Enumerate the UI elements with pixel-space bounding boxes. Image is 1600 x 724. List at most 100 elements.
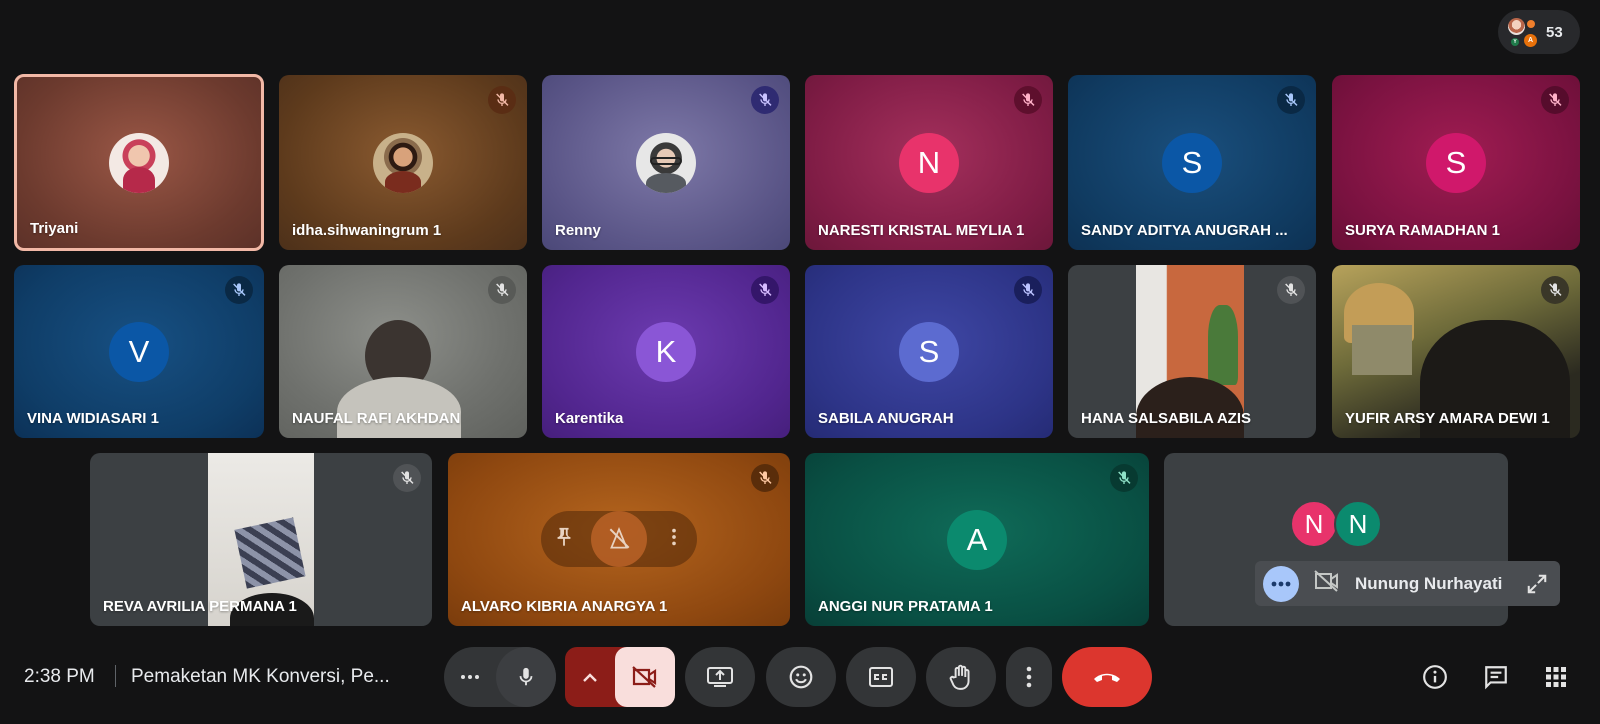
audio-options-button[interactable] [444,647,496,707]
apps-grid-icon [1546,667,1566,687]
participant-name: HANA SALSABILA AZIS [1081,410,1251,427]
chat-icon [1485,666,1507,690]
participant-tile[interactable]: S SURYA RAMADHAN 1 [1332,75,1580,250]
avatar: A [947,509,1007,570]
avatar: S [899,321,959,382]
mute-participant-button[interactable] [591,511,647,567]
mini-avatar-photo [1508,18,1525,35]
divider [115,665,116,687]
mic-control [444,647,556,707]
others-name-bar: Nunung Nurhayati [1255,561,1560,606]
mini-avatar-a: A [1524,34,1537,47]
participant-name: VINA WIDIASARI 1 [27,410,159,427]
mic-off-icon [1110,464,1138,492]
mic-off-icon [488,86,516,114]
participant-name: NAUFAL RAFI AKHDAN [292,410,461,427]
hand-icon [949,664,970,690]
avatar: S [1426,132,1486,193]
mic-off-icon [1541,276,1569,304]
avatar: V [109,321,169,382]
participant-tile[interactable]: ALVARO KIBRIA ANARGYA 1 [448,453,790,626]
more-options-button[interactable] [1006,647,1052,707]
participant-name: idha.sihwaningrum 1 [292,222,442,239]
participant-tile[interactable]: N NARESTI KRISTAL MEYLIA 1 [805,75,1053,250]
meeting-time: 2:38 PM [24,666,95,687]
participant-tile[interactable]: NAUFAL RAFI AKHDAN [279,265,527,438]
more-vert-icon [1026,666,1032,688]
reactions-button[interactable] [766,647,836,707]
participant-name: SABILA ANUGRAH [818,410,954,427]
participant-tile[interactable]: HANA SALSABILA AZIS [1068,265,1316,438]
avatar: K [636,321,696,382]
mini-avatar-dot [1527,20,1535,28]
participant-tile[interactable]: idha.sihwaningrum 1 [279,75,527,250]
mic-off-icon [225,276,253,304]
more-options-icon[interactable] [663,526,685,553]
participant-tile[interactable]: K Karentika [542,265,790,438]
raise-hand-button[interactable] [926,647,996,707]
captions-button[interactable] [846,647,916,707]
avatar [109,132,169,193]
camera-control [565,647,675,707]
participant-name: ANGGI NUR PRATAMA 1 [818,598,993,615]
video-options-button[interactable] [565,647,615,707]
participant-tile[interactable]: YUFIR ARSY AMARA DEWI 1 [1332,265,1580,438]
present-button[interactable] [685,647,755,707]
mic-off-icon [488,276,516,304]
mini-avatar-y: Y [1511,38,1519,46]
avatar [636,132,696,193]
mic-off-icon [1277,86,1305,114]
expand-icon[interactable] [1522,569,1552,599]
participant-name: NARESTI KRISTAL MEYLIA 1 [818,222,1025,239]
activities-button[interactable] [1541,662,1571,692]
video-plant [1208,305,1238,385]
participant-tile[interactable]: Renny [542,75,790,250]
mic-off-icon [751,464,779,492]
other-avatar: N [1334,500,1382,548]
meeting-details-button[interactable] [1420,662,1450,692]
participant-tile[interactable]: S SABILA ANUGRAH [805,265,1053,438]
video-object [234,517,306,589]
mic-off-icon [751,276,779,304]
participant-name: SURYA RAMADHAN 1 [1345,222,1501,239]
mic-off-icon [1277,276,1305,304]
mic-off-icon [1014,276,1042,304]
mic-off-icon [751,86,779,114]
participant-tile[interactable]: Triyani [14,74,264,251]
participant-name: Renny [555,222,601,239]
participant-tile[interactable]: REVA AVRILIA PERMANA 1 [90,453,432,626]
video-house [1352,325,1412,375]
video-person-body [337,377,461,438]
pin-icon[interactable] [553,526,575,553]
mic-button[interactable] [496,647,556,707]
participant-tile[interactable]: S SANDY ADITYA ANUGRAH ... [1068,75,1316,250]
participant-name: YUFIR ARSY AMARA DEWI 1 [1345,410,1550,427]
videocam-off-icon [1313,569,1341,598]
meeting-title[interactable]: Pemaketan MK Konversi, Pe... [131,666,390,688]
captions-icon [869,667,893,687]
avatar [373,132,433,193]
participant-name: Karentika [555,410,624,427]
participant-name: Nunung Nurhayati [1355,573,1503,593]
participant-tile[interactable]: V VINA WIDIASARI 1 [14,265,264,438]
participants-avatar-stack: Y A [1508,16,1537,48]
participant-name: REVA AVRILIA PERMANA 1 [103,598,297,615]
mic-off-icon [1541,86,1569,114]
call-end-icon [1094,673,1120,682]
info-icon [1423,665,1447,689]
chat-button[interactable] [1481,662,1511,692]
participant-tile[interactable]: A ANGGI NUR PRATAMA 1 [805,453,1149,626]
other-avatar: N [1290,500,1338,548]
more-icon[interactable] [1263,565,1299,602]
participant-count: 53 [1546,23,1563,41]
mic-off-icon [1014,86,1042,114]
leave-call-button[interactable] [1062,647,1152,707]
emoji-icon [789,665,813,689]
camera-button[interactable] [615,647,675,707]
mic-off-icon [393,464,421,492]
participant-name: ALVARO KIBRIA ANARGYA 1 [461,598,668,615]
participant-name: Triyani [30,220,79,237]
avatar: N [899,132,959,193]
participants-button[interactable]: Y A 53 [1498,10,1580,54]
participant-name: SANDY ADITYA ANUGRAH ... [1081,222,1288,239]
